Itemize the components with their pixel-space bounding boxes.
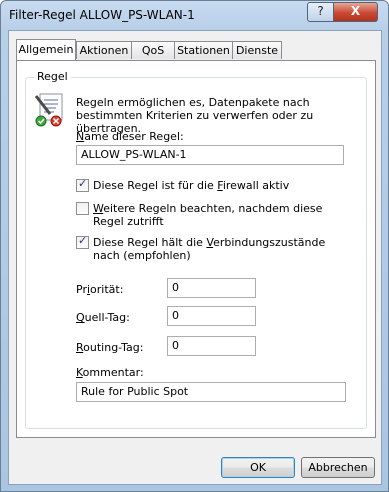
checkbox-label: Weitere Regeln beachten, nachdem diese R… (93, 202, 323, 228)
title-bar[interactable]: Filter-Regel ALLOW_PS-WLAN-1 ? X (1, 1, 388, 29)
close-button[interactable]: X (333, 2, 378, 22)
source-tag-input[interactable]: 0 (167, 306, 256, 326)
tab-allgemein[interactable]: Allgemein (16, 39, 76, 60)
comment-label: Kommentar: (76, 366, 144, 379)
ok-button[interactable]: OK (221, 457, 295, 478)
tab-panel-allgemein: Regel Regeln ermöglichen es, Datenpakete… (16, 60, 376, 438)
priority-label: Priorität: (76, 283, 124, 296)
checkbox[interactable]: ✓ (76, 234, 89, 249)
window-title: Filter-Regel ALLOW_PS-WLAN-1 (9, 8, 195, 22)
checkbox-label: Diese Regel hält die Verbindungszustände… (93, 236, 326, 262)
routing-tag-input[interactable]: 0 (167, 336, 256, 356)
source-tag-label: Quell-Tag: (76, 311, 130, 324)
tab-aktionen[interactable]: Aktionen (76, 41, 132, 59)
tab-qos[interactable]: QoS (131, 41, 175, 59)
tab-dienste[interactable]: Dienste (232, 41, 282, 59)
check-icon: ✓ (78, 234, 88, 247)
rule-name-label: Name dieser Regel: (76, 130, 184, 143)
priority-input[interactable]: 0 (167, 278, 256, 298)
tab-stationen[interactable]: Stationen (174, 41, 233, 59)
dialog-window: Filter-Regel ALLOW_PS-WLAN-1 ? X Allgeme… (0, 0, 389, 492)
dialog-client-area: Allgemein Aktionen QoS Stationen Dienste… (8, 30, 382, 485)
rule-icon (32, 92, 68, 128)
rule-group: Regel Regeln ermöglichen es, Datenpakete… (25, 70, 367, 429)
routing-tag-label: Routing-Tag: (76, 341, 144, 354)
rule-name-input[interactable]: ALLOW_PS-WLAN-1 (76, 145, 344, 165)
help-button[interactable]: ? (307, 2, 334, 22)
check-icon: ✓ (78, 177, 88, 190)
group-label: Regel (34, 70, 71, 83)
checkbox-label: Diese Regel ist für die Firewall aktiv (93, 179, 290, 192)
checkbox[interactable]: ✓ (76, 177, 89, 192)
checkbox[interactable] (76, 202, 89, 215)
comment-input[interactable]: Rule for Public Spot (76, 382, 346, 402)
cancel-button[interactable]: Abbrechen (301, 457, 375, 478)
